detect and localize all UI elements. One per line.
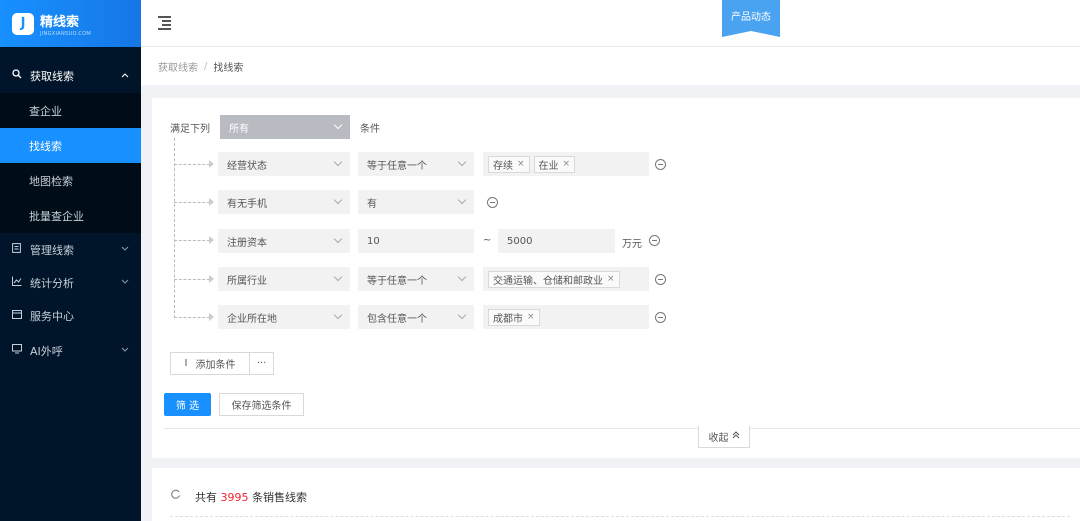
- sidebar: J 精线索 JINGXIANSUO.COM 获取线索 查企业 找线索 地图检索 …: [0, 0, 141, 521]
- sidebar-item-label: 服务中心: [30, 309, 74, 323]
- close-icon[interactable]: ×: [563, 159, 571, 169]
- divider: [164, 428, 1080, 429]
- condition-value-tags[interactable]: 交通运输、仓储和邮政业 ×: [483, 267, 649, 291]
- filter-button[interactable]: 筛 选: [164, 393, 211, 416]
- product-news-ribbon[interactable]: 产品动态: [722, 0, 780, 37]
- close-icon[interactable]: ×: [607, 274, 615, 284]
- match-prefix-label: 满足下列: [170, 124, 210, 135]
- search-icon: [12, 69, 24, 82]
- remove-condition-icon[interactable]: [649, 235, 660, 246]
- remove-condition-icon[interactable]: [655, 159, 666, 170]
- condition-field-select[interactable]: 注册资本: [218, 229, 350, 253]
- close-icon[interactable]: ×: [527, 312, 535, 322]
- arrow-right-icon: [209, 313, 214, 321]
- logo-icon: J: [12, 12, 34, 35]
- condition-value-tags[interactable]: 成都市 ×: [483, 305, 649, 329]
- condition-value-tags[interactable]: 存续 × 在业 ×: [483, 152, 649, 176]
- chevron-down-icon: [121, 245, 129, 255]
- sub-menu: 查企业 找线索 地图检索 批量查企业: [0, 93, 141, 233]
- results-summary: 共有 3995 条销售线索: [195, 491, 307, 504]
- sidebar-item-find-company[interactable]: 查企业: [0, 93, 141, 128]
- app-subtitle: JINGXIANSUO.COM: [40, 30, 92, 37]
- sidebar-item-statistics[interactable]: 统计分析: [0, 266, 141, 299]
- range-separator: ~: [483, 235, 492, 246]
- condition-operator-select[interactable]: 包含任意一个: [358, 305, 474, 329]
- monitor-icon: [12, 344, 24, 357]
- unit-label: 万元: [622, 239, 642, 250]
- sidebar-item-find-leads[interactable]: 找线索: [0, 128, 141, 163]
- sidebar-item-label: AI外呼: [30, 344, 63, 358]
- condition-field-select[interactable]: 有无手机: [218, 190, 350, 214]
- sidebar-item-label: 统计分析: [30, 276, 74, 290]
- sidebar-item-batch-search[interactable]: 批量查企业: [0, 198, 141, 233]
- sidebar-item-ai-call[interactable]: AI外呼: [0, 334, 141, 367]
- menu-group-label: 获取线索: [30, 69, 74, 83]
- tag: 成都市 ×: [488, 308, 540, 326]
- min-value-input[interactable]: 10: [358, 229, 474, 253]
- tag: 存续 ×: [488, 155, 530, 173]
- tag: 交通运输、仓储和邮政业 ×: [488, 270, 620, 288]
- chevrons-up-icon: [732, 431, 740, 442]
- breadcrumb: 获取线索 / 找线索: [141, 47, 1080, 85]
- breadcrumb-current: 找线索: [213, 62, 244, 74]
- remove-condition-icon[interactable]: [487, 197, 498, 208]
- arrow-right-icon: [209, 160, 214, 168]
- arrow-right-icon: [209, 198, 214, 206]
- sidebar-item-manage-leads[interactable]: 管理线索: [0, 233, 141, 266]
- condition-operator-select[interactable]: 等于任意一个: [358, 152, 474, 176]
- add-icon: I: [184, 358, 188, 369]
- chevron-down-icon: [121, 278, 129, 288]
- app-title: 精线索: [40, 14, 80, 30]
- chevron-up-icon: [121, 71, 129, 81]
- close-icon[interactable]: ×: [517, 159, 525, 169]
- card-icon: [12, 309, 24, 322]
- sidebar-item-label: 管理线索: [30, 243, 74, 257]
- menu-group-get-leads[interactable]: 获取线索: [0, 58, 141, 93]
- chart-icon: [12, 276, 24, 289]
- filter-panel: 满足下列 所有 条件 经营状态 等于任意一个 存续 × 在业 × 有无手机 有 注册…: [152, 98, 1080, 458]
- breadcrumb-separator: /: [204, 60, 208, 72]
- more-button[interactable]: ···: [249, 352, 274, 375]
- save-filter-button[interactable]: 保存筛选条件: [219, 393, 304, 416]
- sidebar-item-service-center[interactable]: 服务中心: [0, 299, 141, 332]
- breadcrumb-parent[interactable]: 获取线索: [158, 59, 198, 74]
- document-icon: [12, 243, 24, 256]
- tag: 在业 ×: [533, 155, 576, 173]
- arrow-right-icon: [209, 275, 214, 283]
- menu-fold-icon[interactable]: [158, 15, 172, 30]
- condition-operator-select[interactable]: 有: [358, 190, 474, 214]
- refresh-icon[interactable]: [170, 489, 181, 503]
- max-value-input[interactable]: 5000: [498, 229, 615, 253]
- condition-field-select[interactable]: 企业所在地: [218, 305, 350, 329]
- condition-field-select[interactable]: 所属行业: [218, 267, 350, 291]
- top-header: 产品动态: [141, 0, 1080, 47]
- logo-area[interactable]: J 精线索 JINGXIANSUO.COM: [0, 0, 141, 47]
- tree-connector: [174, 138, 175, 318]
- match-mode-select[interactable]: 所有: [220, 115, 350, 139]
- condition-operator-select[interactable]: 等于任意一个: [358, 267, 474, 291]
- chevron-down-icon: [121, 346, 129, 356]
- condition-field-select[interactable]: 经营状态: [218, 152, 350, 176]
- remove-condition-icon[interactable]: [655, 274, 666, 285]
- results-count: 3995: [220, 491, 249, 504]
- match-suffix-label: 条件: [360, 124, 380, 135]
- divider: [170, 516, 1070, 517]
- collapse-button[interactable]: 收起: [698, 426, 750, 448]
- results-panel: 共有 3995 条销售线索: [152, 468, 1080, 521]
- sidebar-item-map-search[interactable]: 地图检索: [0, 163, 141, 198]
- remove-condition-icon[interactable]: [655, 312, 666, 323]
- arrow-right-icon: [209, 236, 214, 244]
- add-condition-button[interactable]: I 添加条件: [170, 352, 250, 375]
